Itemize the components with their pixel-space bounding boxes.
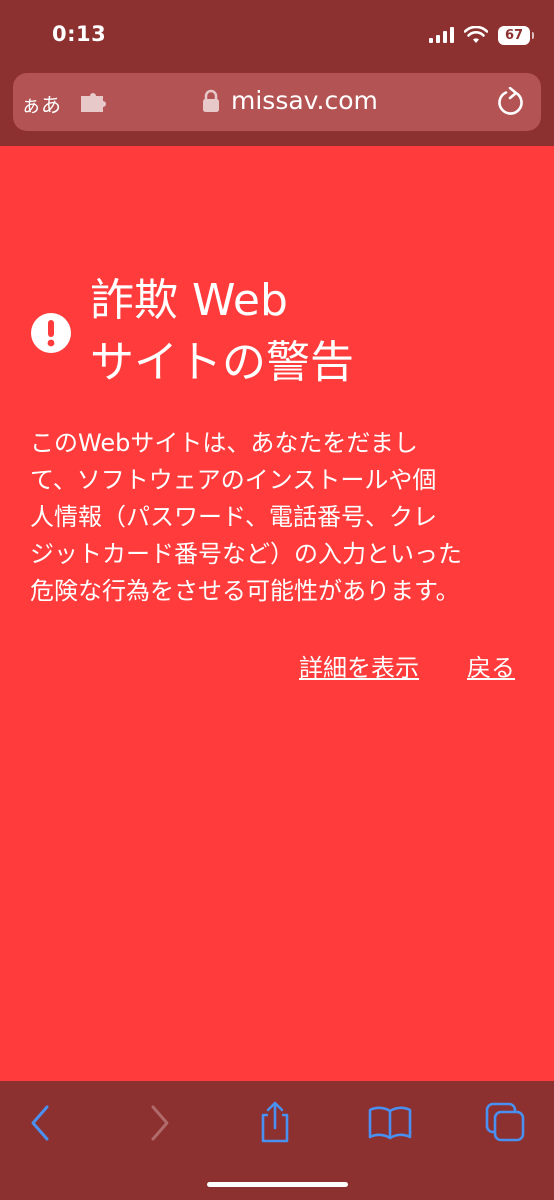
bookmarks-icon[interactable] <box>366 1101 414 1145</box>
warning-title-line2: サイトの警告 <box>90 337 354 388</box>
tabs-icon[interactable] <box>482 1101 530 1145</box>
exclamation-circle-icon <box>31 313 71 353</box>
status-icons: 67 <box>429 22 534 48</box>
battery-icon: 67 <box>498 25 534 45</box>
warning-body-line: て、ソフトウェアのインストールや個 <box>30 466 437 494</box>
top-chrome: 0:13 67 ぁあ missav.com <box>0 0 554 146</box>
status-time: 0:13 <box>52 22 107 46</box>
share-icon[interactable] <box>251 1101 299 1145</box>
home-indicator[interactable] <box>207 1182 348 1187</box>
url-text[interactable]: missav.com <box>231 86 378 115</box>
reader-settings-button[interactable]: ぁあ <box>21 89 61 118</box>
signal-icon <box>429 27 454 43</box>
battery-level: 67 <box>504 27 524 43</box>
wifi-icon <box>464 26 488 43</box>
back-icon[interactable] <box>16 1101 64 1145</box>
lock-icon <box>203 89 219 112</box>
warning-body: このWebサイトは、あなたをだまし て、ソフトウェアのインストールや個 人情報（… <box>30 425 530 610</box>
warning-body-line: 危険な行為をさせる可能性があります。 <box>30 577 460 605</box>
warning-body-line: ジットカード番号など）の入力といった <box>30 540 462 568</box>
url-bar[interactable]: ぁあ missav.com <box>13 73 541 131</box>
show-details-link[interactable]: 詳細を表示 <box>299 648 419 683</box>
forward-icon[interactable] <box>136 1101 184 1145</box>
extension-icon[interactable] <box>79 93 109 113</box>
warning-title-line1: 詐欺 Web <box>90 275 288 326</box>
warning-body-line: 人情報（パスワード、電話番号、クレ <box>30 503 438 531</box>
go-back-link[interactable]: 戻る <box>467 648 515 683</box>
warning-body-line: このWebサイトは、あなたをだまし <box>30 429 418 457</box>
reload-icon[interactable] <box>497 87 525 117</box>
warning-title: 詐欺 Web サイトの警告 <box>90 270 510 394</box>
